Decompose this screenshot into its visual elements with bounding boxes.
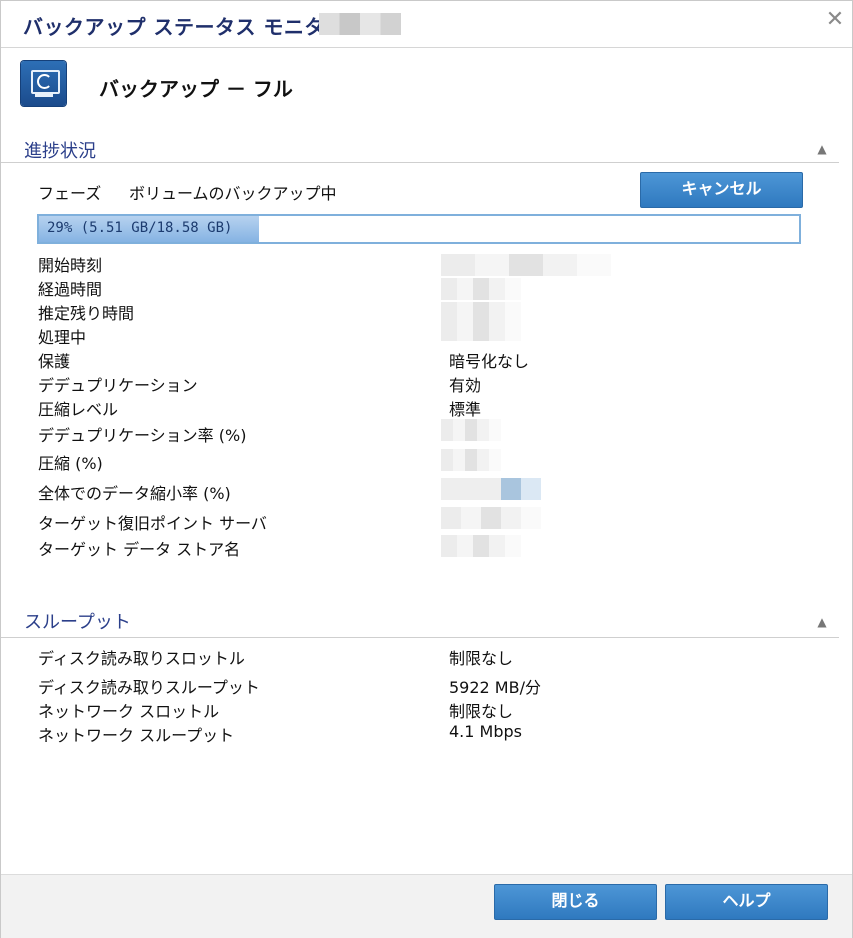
- close-icon[interactable]: ✕: [824, 9, 846, 31]
- redacted-value: [441, 535, 521, 557]
- target-rps-label: ターゲット復旧ポイント サーバ: [38, 514, 267, 533]
- deduplication-label: デデュプリケーション: [38, 376, 198, 395]
- disk-read-throttle-label: ディスク読み取りスロットル: [38, 649, 245, 668]
- redacted-value: [441, 478, 541, 500]
- close-button[interactable]: 閉じる: [494, 884, 657, 920]
- phase-label: フェーズ: [38, 184, 102, 203]
- redacted-value: [441, 507, 541, 529]
- dialog-footer: 閉じる ヘルプ: [1, 874, 852, 938]
- backup-status-monitor-window: バックアップ ステータス モニタ - ✕ バックアップ － フル 進捗状況 ▲ …: [0, 0, 853, 938]
- deduplication-rate-label: デデュプリケーション率 (%): [38, 426, 247, 445]
- network-throttle-label: ネットワーク スロットル: [38, 702, 220, 721]
- compression-level-value: 標準: [449, 400, 482, 419]
- network-throughput-value: 4.1 Mbps: [449, 722, 522, 741]
- disk-read-throughput-value: 5922 MB/分: [449, 678, 541, 697]
- progress-section-title: 進捗状況: [24, 141, 96, 162]
- network-throttle-value: 制限なし: [449, 702, 514, 721]
- job-title: バックアップ － フル: [99, 77, 293, 101]
- help-button[interactable]: ヘルプ: [665, 884, 828, 920]
- protection-label: 保護: [38, 352, 71, 371]
- estimated-remaining-label: 推定残り時間: [38, 304, 135, 323]
- redacted-value: [441, 302, 521, 324]
- collapse-up-icon[interactable]: ▲: [815, 615, 829, 629]
- progress-text: 29% (5.51 GB/18.58 GB): [47, 220, 233, 236]
- overall-reduction-label: 全体でのデータ縮小率 (%): [38, 484, 231, 503]
- title-redacted-area: [319, 13, 401, 35]
- compression-rate-label: 圧縮 (%): [38, 454, 103, 473]
- compression-level-label: 圧縮レベル: [38, 400, 119, 419]
- backup-progress-bar: 29% (5.51 GB/18.58 GB): [37, 214, 801, 244]
- network-throughput-label: ネットワーク スループット: [38, 726, 235, 745]
- window-title: バックアップ ステータス モニタ -: [23, 15, 342, 39]
- phase-value: ボリュームのバックアップ中: [129, 184, 337, 203]
- redacted-value: [441, 449, 501, 471]
- title-bar: バックアップ ステータス モニタ - ✕: [1, 1, 852, 48]
- redacted-value: [441, 254, 611, 276]
- progress-section-header[interactable]: 進捗状況 ▲: [1, 136, 839, 163]
- throughput-section-header[interactable]: スループット ▲: [1, 607, 839, 638]
- elapsed-time-label: 経過時間: [38, 280, 103, 299]
- redacted-value: [441, 323, 521, 341]
- disk-read-throttle-value: 制限なし: [449, 649, 514, 668]
- start-time-label: 開始時刻: [38, 256, 103, 275]
- target-datastore-label: ターゲット データ ストア名: [38, 540, 241, 559]
- redacted-value: [441, 278, 521, 300]
- throughput-section-title: スループット: [24, 612, 131, 633]
- collapse-up-icon[interactable]: ▲: [815, 142, 829, 156]
- redacted-value: [441, 419, 501, 441]
- processing-label: 処理中: [38, 328, 87, 347]
- disk-read-throughput-label: ディスク読み取りスループット: [38, 678, 260, 697]
- backup-monitor-icon: [21, 61, 66, 106]
- cancel-button[interactable]: キャンセル: [640, 172, 803, 208]
- deduplication-value: 有効: [449, 376, 482, 395]
- protection-value: 暗号化なし: [449, 352, 530, 371]
